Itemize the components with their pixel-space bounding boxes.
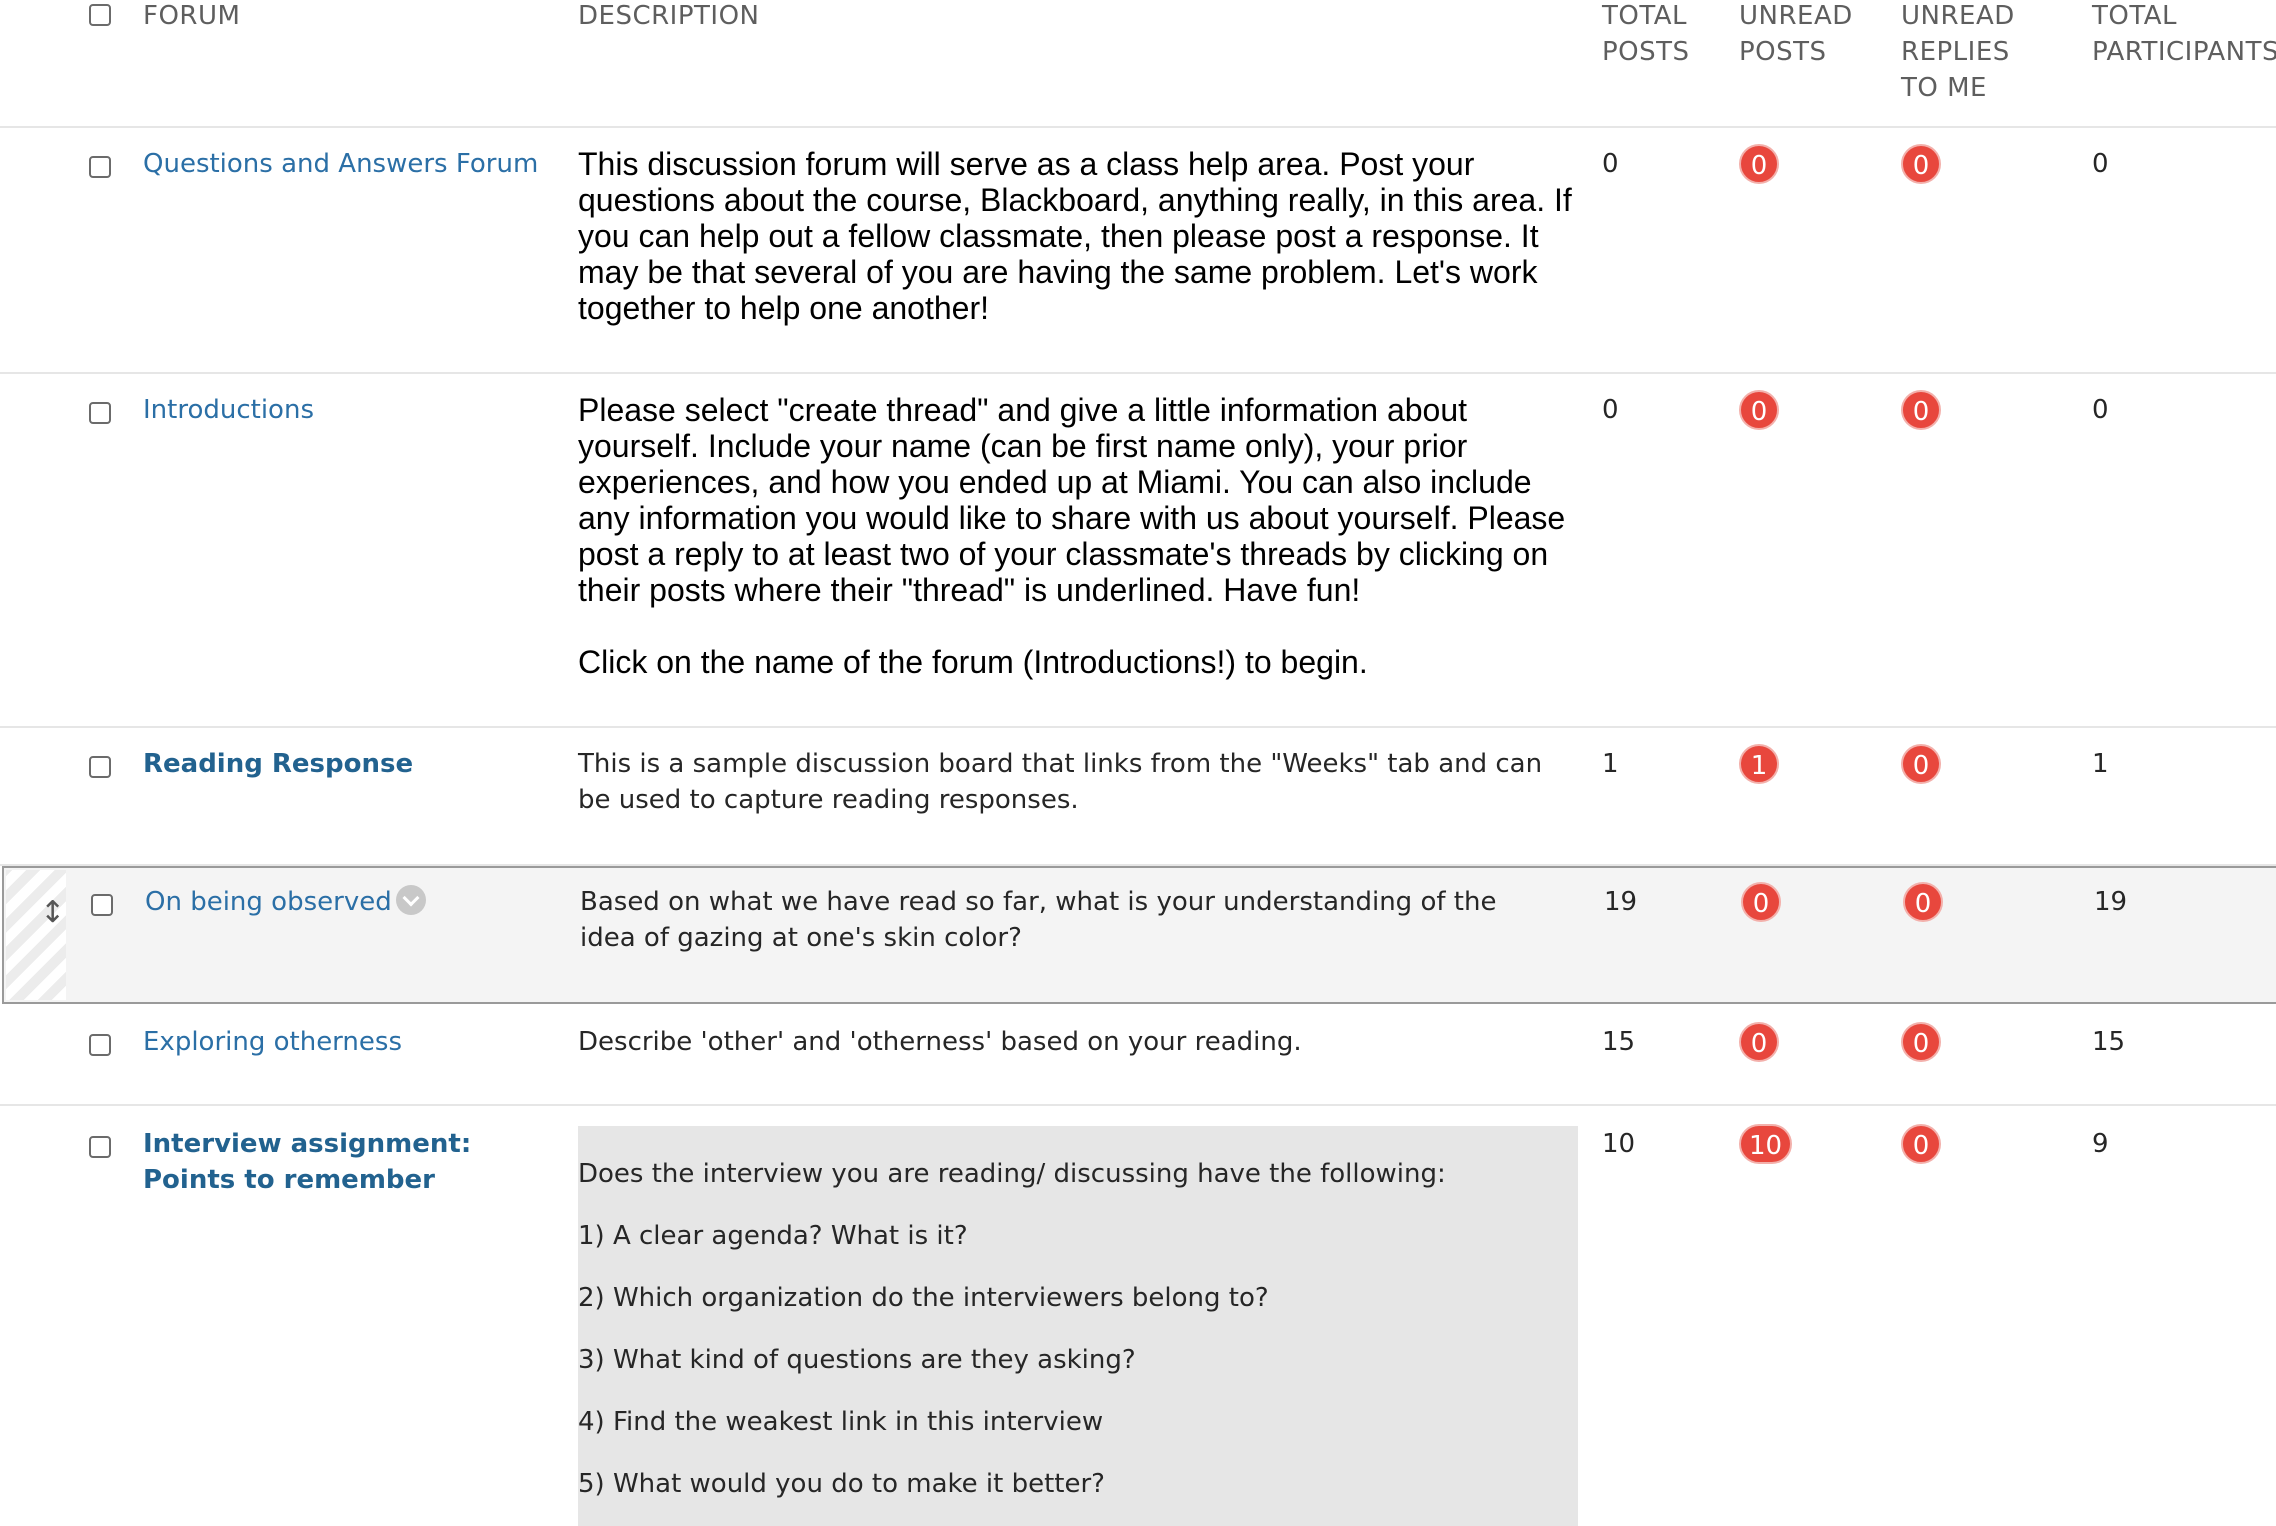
forum-link[interactable]: On being observed	[145, 884, 565, 920]
unread-replies-badge[interactable]: 0	[1901, 1124, 1941, 1164]
col-unread-posts-header[interactable]: UNREAD POSTS	[1739, 0, 1853, 70]
table-header: FORUM DESCRIPTION TOTAL POSTS UNREAD POS…	[0, 0, 2276, 128]
select-all-checkbox[interactable]	[89, 4, 111, 26]
col-unread-replies-header[interactable]: UNREAD REPLIES TO ME	[1901, 0, 2015, 106]
drag-handle-icon[interactable]: ↕	[40, 898, 65, 928]
total-participants: 19	[2094, 887, 2128, 917]
unread-replies-badge[interactable]: 0	[1901, 144, 1941, 184]
description-line: 2) Which organization do the interviewer…	[578, 1283, 1269, 1313]
forum-description: This discussion forum will serve as a cl…	[578, 146, 1572, 326]
total-posts: 0	[1602, 149, 1619, 179]
description-line: 5) What would you do to make it better?	[578, 1469, 1105, 1499]
col-description-header: DESCRIPTION	[578, 1, 760, 31]
forum-link[interactable]: Interview assignment: Points to remember	[143, 1126, 563, 1198]
row-checkbox[interactable]	[91, 894, 113, 916]
total-posts: 10	[1602, 1129, 1636, 1159]
unread-posts-badge[interactable]: 0	[1741, 882, 1781, 922]
row-checkbox[interactable]	[89, 1136, 111, 1158]
unread-replies-badge[interactable]: 0	[1901, 1022, 1941, 1062]
table-row: Exploring otherness Describe 'other' and…	[0, 1004, 2276, 1106]
row-checkbox[interactable]	[89, 1034, 111, 1056]
total-participants: 15	[2092, 1027, 2126, 1057]
unread-posts-badge[interactable]: 0	[1739, 144, 1779, 184]
forum-description: Please select "create thread" and give a…	[578, 392, 1578, 680]
description-line: 4) Find the weakest link in this intervi…	[578, 1407, 1104, 1437]
forum-description: This is a sample discussion board that l…	[578, 749, 1543, 815]
forum-link[interactable]: Introductions	[143, 392, 563, 428]
table-row-highlighted: ↕ On being observed Based on what we hav…	[2, 866, 2276, 1004]
total-participants: 1	[2092, 749, 2109, 779]
col-total-participants-header[interactable]: TOTAL PARTICIPANTS	[2092, 0, 2276, 70]
description-line: Does the interview you are reading/ disc…	[578, 1159, 1446, 1189]
total-posts: 15	[1602, 1027, 1636, 1057]
unread-replies-badge[interactable]: 0	[1903, 882, 1943, 922]
description-line: 3) What kind of questions are they askin…	[578, 1345, 1136, 1375]
forum-link[interactable]: Questions and Answers Forum	[143, 146, 563, 182]
total-posts: 19	[1604, 887, 1638, 917]
description-line: 1) A clear agenda? What is it?	[578, 1221, 968, 1251]
row-checkbox[interactable]	[89, 756, 111, 778]
chevron-down-icon[interactable]	[395, 884, 426, 915]
total-participants: 0	[2092, 149, 2109, 179]
total-participants: 0	[2092, 395, 2109, 425]
forum-link[interactable]: Reading Response	[143, 746, 563, 782]
table-row: Questions and Answers Forum This discuss…	[0, 126, 2276, 374]
forum-link-label[interactable]: On being observed	[145, 887, 392, 917]
unread-posts-badge[interactable]: 0	[1739, 1022, 1779, 1062]
unread-replies-badge[interactable]: 0	[1901, 744, 1941, 784]
col-forum-header[interactable]: FORUM	[143, 0, 240, 34]
table-row: Introductions Please select "create thre…	[0, 372, 2276, 728]
row-checkbox[interactable]	[89, 156, 111, 178]
forum-description: Describe 'other' and 'otherness' based o…	[578, 1027, 1302, 1057]
unread-replies-badge[interactable]: 0	[1901, 390, 1941, 430]
unread-posts-badge[interactable]: 10	[1739, 1124, 1793, 1164]
total-participants: 9	[2092, 1129, 2109, 1159]
unread-posts-badge[interactable]: 1	[1739, 744, 1779, 784]
drag-area[interactable]	[6, 870, 66, 1000]
description-paragraph: Please select "create thread" and give a…	[578, 392, 1566, 608]
forum-link[interactable]: Exploring otherness	[143, 1024, 563, 1060]
description-paragraph: Click on the name of the forum (Introduc…	[578, 644, 1368, 680]
total-posts: 1	[1602, 749, 1619, 779]
unread-posts-badge[interactable]: 0	[1739, 390, 1779, 430]
table-row: Reading Response This is a sample discus…	[0, 726, 2276, 866]
total-posts: 0	[1602, 395, 1619, 425]
forum-description: Based on what we have read so far, what …	[580, 887, 1497, 953]
col-total-posts-header[interactable]: TOTAL POSTS	[1602, 0, 1690, 70]
row-checkbox[interactable]	[89, 402, 111, 424]
